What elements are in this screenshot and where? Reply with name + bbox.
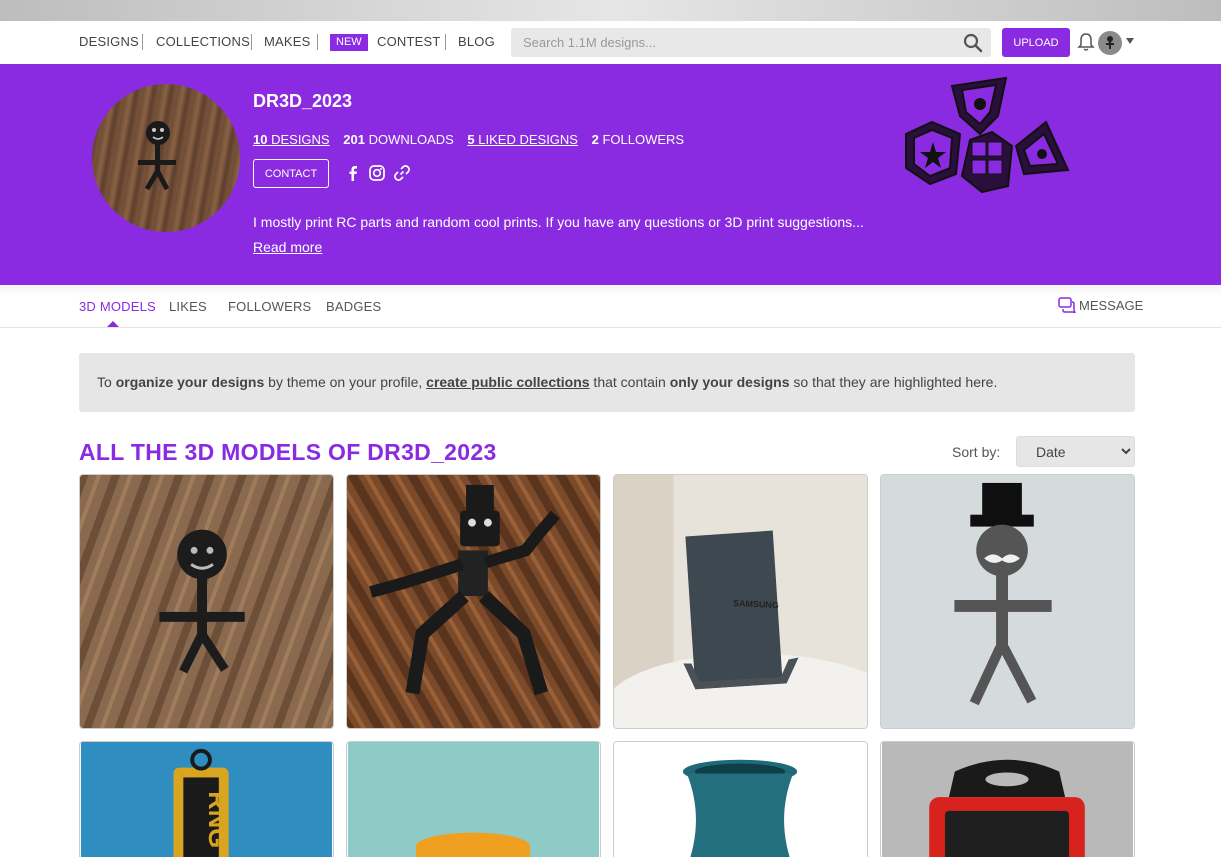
- sort-select[interactable]: Date: [1016, 436, 1135, 467]
- facebook-icon[interactable]: [344, 164, 362, 182]
- model-card[interactable]: RNG: [79, 741, 334, 857]
- model-card[interactable]: [346, 474, 601, 729]
- contact-button[interactable]: CONTACT: [253, 159, 329, 188]
- top-navigation: DESIGNS COLLECTIONS MAKES NEW CONTEST BL…: [0, 21, 1221, 64]
- tip-text: that contain: [589, 374, 670, 390]
- nav-contest[interactable]: CONTEST: [377, 34, 441, 49]
- stat-downloads: 201 DOWNLOADS: [343, 132, 454, 147]
- search-input[interactable]: [511, 28, 991, 57]
- instagram-icon[interactable]: [368, 164, 386, 182]
- upload-button[interactable]: UPLOAD: [1002, 28, 1070, 57]
- read-more-link[interactable]: Read more: [253, 239, 322, 255]
- message-label: MESSAGE: [1079, 297, 1144, 313]
- link-icon[interactable]: [393, 164, 411, 182]
- model-card[interactable]: [346, 741, 601, 857]
- model-thumbnail: [80, 475, 333, 728]
- search-icon[interactable]: [963, 33, 983, 53]
- model-thumbnail: SAMSUNG: [614, 475, 867, 728]
- model-card[interactable]: [880, 741, 1135, 857]
- tip-bold: organize your designs: [115, 374, 265, 390]
- chat-icon: [1058, 297, 1076, 313]
- model-thumbnail: [347, 475, 600, 728]
- nav-blog[interactable]: BLOG: [458, 34, 495, 49]
- section-title: ALL THE 3D MODELS OF DR3D_2023: [79, 439, 497, 465]
- user-avatar[interactable]: [1098, 31, 1122, 55]
- nav-divider: [445, 34, 446, 50]
- profile-stats: 10 DESIGNS 201 DOWNLOADS 5 LIKED DESIGNS…: [253, 132, 694, 147]
- keychain-text: RNG: [203, 791, 231, 848]
- message-button[interactable]: MESSAGE: [1058, 297, 1143, 313]
- model-thumbnail: [614, 742, 867, 857]
- badge-icon: [960, 130, 1014, 194]
- stat-followers: 2 FOLLOWERS: [591, 132, 685, 147]
- stat-designs[interactable]: 10 DESIGNS: [253, 132, 330, 147]
- nav-divider: [251, 34, 252, 50]
- model-card[interactable]: [613, 741, 868, 857]
- model-card[interactable]: SAMSUNG: [613, 474, 868, 729]
- tab-3d-models[interactable]: 3D MODELS: [79, 299, 156, 314]
- bell-icon[interactable]: [1077, 32, 1095, 52]
- stat-liked-designs[interactable]: 5 LIKED DESIGNS: [467, 132, 578, 147]
- badge-icon: [905, 120, 962, 186]
- tip-text: so that they are highlighted here.: [789, 374, 998, 390]
- model-card[interactable]: [79, 474, 334, 729]
- profile-header: DR3D_2023 10 DESIGNS 201 DOWNLOADS 5 LIK…: [0, 64, 1221, 285]
- nav-designs[interactable]: DESIGNS: [79, 34, 139, 49]
- achievement-badges[interactable]: [900, 76, 1072, 194]
- nav-divider: [317, 34, 318, 50]
- model-thumbnail: [347, 742, 600, 857]
- tab-badges[interactable]: BADGES: [326, 299, 381, 314]
- chevron-down-icon[interactable]: [1126, 38, 1134, 44]
- tab-likes[interactable]: LIKES: [169, 299, 207, 314]
- create-collections-link[interactable]: create public collections: [426, 374, 589, 390]
- active-tab-indicator: [107, 321, 119, 327]
- badge-icon: [950, 76, 1008, 136]
- nav-divider: [142, 34, 143, 50]
- model-card[interactable]: [880, 474, 1135, 729]
- profile-name: DR3D_2023: [253, 91, 353, 111]
- tip-text: To: [97, 374, 116, 390]
- profile-tabs: 3D MODELS LIKES FOLLOWERS BADGES MESSAGE: [0, 285, 1221, 328]
- model-thumbnail: RNG: [80, 742, 333, 857]
- profile-avatar: [92, 84, 240, 232]
- nav-collections[interactable]: COLLECTIONS: [156, 34, 250, 49]
- new-badge: NEW: [330, 34, 368, 51]
- profile-bio: I mostly print RC parts and random cool …: [253, 214, 864, 230]
- collections-tip: To organize your designs by theme on you…: [79, 353, 1135, 412]
- tab-followers[interactable]: FOLLOWERS: [228, 299, 311, 314]
- browser-top-strip: [0, 0, 1221, 21]
- sort-label: Sort by:: [952, 444, 1001, 460]
- model-thumbnail: [881, 475, 1134, 728]
- tip-text: by theme on your profile,: [264, 374, 427, 390]
- tip-bold: only your designs: [669, 374, 790, 390]
- model-thumbnail: [881, 742, 1134, 857]
- badge-icon: [1014, 120, 1070, 176]
- nav-makes[interactable]: MAKES: [264, 34, 311, 49]
